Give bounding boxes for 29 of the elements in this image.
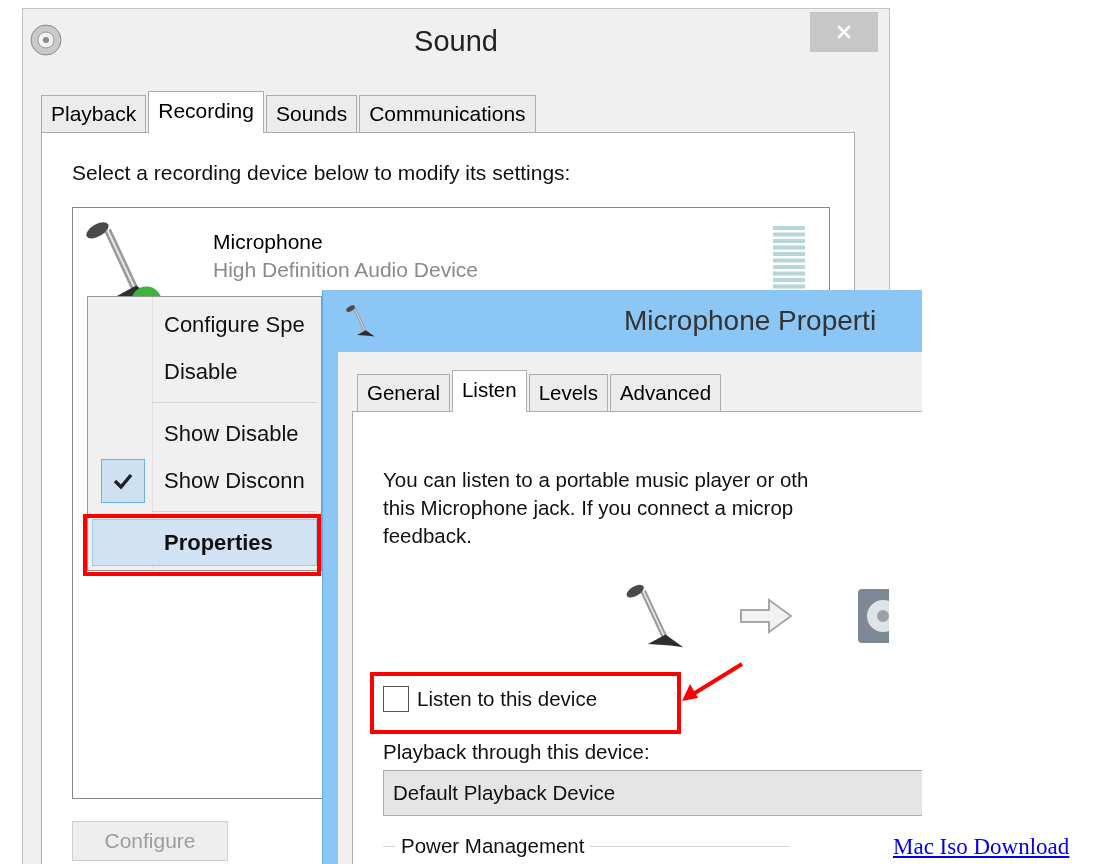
tab[interactable]: Sounds xyxy=(265,95,358,132)
close-icon xyxy=(836,24,852,40)
tab[interactable]: Playback xyxy=(41,95,147,132)
group-label: Power Management xyxy=(401,834,585,858)
listen-checkbox[interactable] xyxy=(383,686,409,712)
menu-item[interactable]: Configure Spe xyxy=(92,301,317,348)
tab[interactable]: Listen xyxy=(451,370,527,412)
tab[interactable]: Communications xyxy=(359,95,536,132)
speaker-icon xyxy=(857,588,889,644)
menu-item[interactable]: Disable xyxy=(92,348,317,395)
device-name: Microphone xyxy=(213,230,324,254)
instruction-text: Select a recording device below to modify its settings: xyxy=(72,161,572,185)
device-description: High Definition Audio Device xyxy=(213,258,478,282)
menu-item[interactable]: Show Disconn xyxy=(92,457,317,504)
menu-item[interactable]: Properties xyxy=(92,519,317,566)
menu-item[interactable]: Show Disable xyxy=(92,410,317,457)
pointer-arrow xyxy=(682,662,744,701)
tab[interactable]: Levels xyxy=(528,374,608,411)
playback-label: Playback through this device: xyxy=(383,740,651,764)
tab[interactable]: General xyxy=(357,374,450,411)
arrow-icon xyxy=(739,598,793,634)
speaker-icon xyxy=(30,24,62,56)
tab[interactable]: Recording xyxy=(148,91,264,133)
window-title: Sound xyxy=(414,24,498,59)
window-title: Microphone Properti xyxy=(624,305,877,337)
tab[interactable]: Advanced xyxy=(609,374,722,411)
description-text: You can listen to a portable music player or oth this Microphone jack. If you connect a microp feedback. xyxy=(383,467,810,549)
playback-dropdown[interactable]: Default Playback Device xyxy=(383,770,922,816)
checkbox-label: Listen to this device xyxy=(417,687,598,711)
